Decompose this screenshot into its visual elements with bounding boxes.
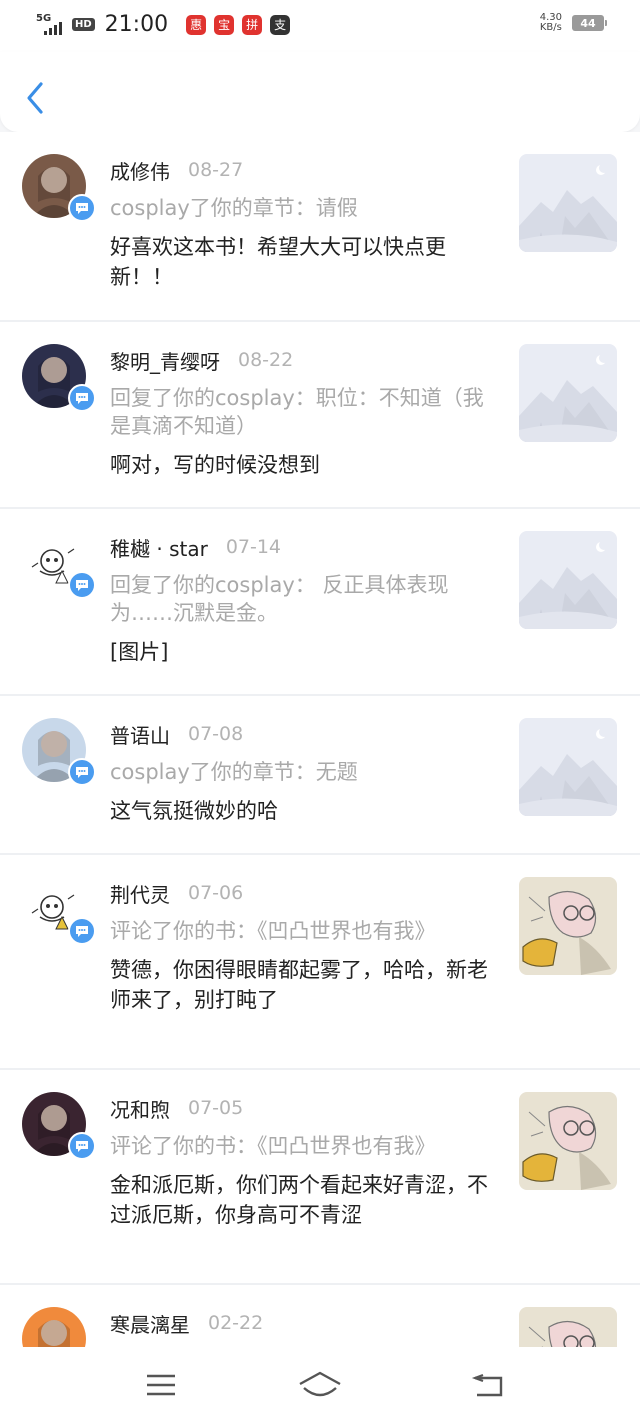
user-name[interactable]: 况和煦 bbox=[110, 1094, 170, 1123]
message-header: 寒晨漓星 02-22 bbox=[110, 1307, 500, 1339]
message-content: 普语山 07-08 cosplay了你的章节：无题 这气氛挺微妙的哈 bbox=[110, 718, 500, 826]
app-notification-icon: 惠 bbox=[186, 14, 207, 35]
alipay-icon: 支 bbox=[270, 14, 291, 35]
home-button[interactable] bbox=[298, 1365, 342, 1405]
status-left: 5G HD 21:00 惠 宝 拼 支 bbox=[36, 12, 291, 37]
chapter-thumbnail-placeholder[interactable] bbox=[519, 154, 617, 252]
message-comment: 啊对，写的时候没想到 bbox=[110, 453, 320, 477]
message-action: 评论了你的书：《凹凸世界也有我》 bbox=[110, 1134, 436, 1158]
user-name[interactable]: 寒晨漓星 bbox=[110, 1309, 190, 1338]
message-content: 成修伟 08-27 cosplay了你的章节：请假好喜欢这本书！希望大大可以快点更新… bbox=[110, 154, 500, 292]
message-item[interactable]: 普语山 07-08 cosplay了你的章节：无题 这气氛挺微妙的哈 bbox=[0, 696, 640, 853]
chapter-thumbnail-sketch[interactable] bbox=[519, 1307, 617, 1347]
status-right: 4.30 KB/s 44 bbox=[540, 13, 607, 33]
message-content: 况和煦 07-05 评论了你的书：《凹凸世界也有我》金和派厄斯，你们两个看起来好青涩… bbox=[110, 1092, 500, 1230]
message-comment: 赞德，你困得眼睛都起雾了，哈哈，新老师来了，别打盹了 bbox=[110, 958, 488, 1012]
user-name[interactable]: 荆代灵 bbox=[110, 879, 170, 908]
message-date: 07-08 bbox=[188, 723, 244, 745]
message-content: 稚樾 · star 07-14 回复了你的cosplay： 反正具体表现为……沉默是… bbox=[110, 531, 500, 667]
message-item[interactable]: 荆代灵 07-06 评论了你的书：《凹凸世界也有我》赞德，你困得眼睛都起雾了，哈哈，… bbox=[0, 855, 640, 1068]
message-comment: 金和派厄斯，你们两个看起来好青涩，不过派厄斯，你身高可不青涩 bbox=[110, 1173, 488, 1227]
message-header: 稚樾 · star 07-14 bbox=[110, 531, 500, 563]
back-button[interactable] bbox=[20, 78, 50, 118]
message-date: 08-22 bbox=[238, 349, 294, 371]
home-icon bbox=[299, 1371, 341, 1397]
message-content: 黎明_青缨呀 08-22 回复了你的cosplay：职位：不知道（我是真滴不知道） 啊… bbox=[110, 344, 500, 480]
user-name[interactable]: 成修伟 bbox=[110, 156, 170, 185]
chevron-left-icon bbox=[27, 82, 43, 114]
message-header: 荆代灵 07-06 bbox=[110, 877, 500, 909]
back-arrow-icon bbox=[471, 1373, 503, 1397]
chapter-thumbnail-placeholder[interactable] bbox=[519, 531, 617, 629]
comment-badge-icon bbox=[68, 1132, 96, 1160]
message-date: 07-05 bbox=[188, 1097, 244, 1119]
message-date: 02-22 bbox=[208, 1312, 264, 1334]
user-name[interactable]: 稚樾 · star bbox=[110, 533, 208, 562]
message-item[interactable]: 寒晨漓星 02-22 bbox=[0, 1285, 640, 1347]
message-comment: 好喜欢这本书！希望大大可以快点更新！！ bbox=[110, 235, 446, 289]
message-action: 回复了你的cosplay：职位：不知道（我是真滴不知道） bbox=[110, 386, 484, 438]
message-item[interactable]: 黎明_青缨呀 08-22 回复了你的cosplay：职位：不知道（我是真滴不知道） 啊… bbox=[0, 322, 640, 507]
message-header: 况和煦 07-05 bbox=[110, 1092, 500, 1124]
message-action: cosplay了你的章节：请假 bbox=[110, 196, 358, 220]
message-action: 回复了你的cosplay： 反正具体表现为……沉默是金。 bbox=[110, 573, 449, 625]
message-header: 黎明_青缨呀 08-22 bbox=[110, 344, 500, 376]
comment-badge-icon bbox=[68, 571, 96, 599]
signal-icon: 5G bbox=[36, 13, 64, 37]
battery-icon: 44 bbox=[572, 15, 607, 31]
comment-badge-icon bbox=[68, 758, 96, 786]
chapter-thumbnail-sketch[interactable] bbox=[519, 1092, 617, 1190]
message-header: 普语山 07-08 bbox=[110, 718, 500, 750]
system-nav-bar bbox=[0, 1347, 640, 1422]
back-nav-button[interactable] bbox=[466, 1365, 510, 1405]
hd-voice-icon: HD bbox=[72, 18, 95, 31]
message-content: 荆代灵 07-06 评论了你的书：《凹凸世界也有我》赞德，你困得眼睛都起雾了，哈哈，… bbox=[110, 877, 500, 1015]
comment-badge-icon bbox=[68, 194, 96, 222]
user-avatar[interactable] bbox=[22, 1307, 86, 1347]
chapter-thumbnail-placeholder[interactable] bbox=[519, 718, 617, 816]
status-bar: 5G HD 21:00 惠 宝 拼 支 4.30 KB/s 44 bbox=[0, 0, 640, 52]
top-nav-bar bbox=[0, 52, 640, 132]
message-item[interactable]: 成修伟 08-27 cosplay了你的章节：请假好喜欢这本书！希望大大可以快点更新… bbox=[0, 132, 640, 320]
user-name[interactable]: 普语山 bbox=[110, 720, 170, 749]
message-header: 成修伟 08-27 bbox=[110, 154, 500, 186]
message-date: 07-14 bbox=[225, 536, 282, 558]
user-name[interactable]: 黎明_青缨呀 bbox=[110, 346, 220, 375]
message-item[interactable]: 稚樾 · star 07-14 回复了你的cosplay： 反正具体表现为……沉默是… bbox=[0, 509, 640, 694]
message-action: 评论了你的书：《凹凸世界也有我》 bbox=[110, 919, 436, 943]
message-item[interactable]: 况和煦 07-05 评论了你的书：《凹凸世界也有我》金和派厄斯，你们两个看起来好青涩… bbox=[0, 1070, 640, 1283]
comment-badge-icon bbox=[68, 917, 96, 945]
comment-badge-icon bbox=[68, 384, 96, 412]
message-content: 寒晨漓星 02-22 bbox=[110, 1307, 500, 1339]
clock: 21:00 bbox=[104, 12, 169, 37]
message-list[interactable]: 成修伟 08-27 cosplay了你的章节：请假好喜欢这本书！希望大大可以快点更新… bbox=[0, 132, 640, 1347]
chapter-thumbnail-sketch[interactable] bbox=[519, 877, 617, 975]
app-notification-icon: 拼 bbox=[242, 14, 263, 35]
chapter-thumbnail-placeholder[interactable] bbox=[519, 344, 617, 442]
message-action: cosplay了你的章节：无题 bbox=[110, 760, 358, 784]
message-date: 08-27 bbox=[188, 159, 244, 181]
network-speed: 4.30 KB/s bbox=[540, 13, 562, 33]
menu-button[interactable] bbox=[139, 1365, 183, 1405]
message-date: 07-06 bbox=[188, 882, 244, 904]
menu-icon bbox=[147, 1374, 175, 1396]
app-notification-icon: 宝 bbox=[214, 14, 235, 35]
message-comment: 这气氛挺微妙的哈 bbox=[110, 799, 278, 823]
network-speed-unit: KB/s bbox=[539, 22, 562, 33]
message-comment: [图片] bbox=[110, 640, 169, 664]
